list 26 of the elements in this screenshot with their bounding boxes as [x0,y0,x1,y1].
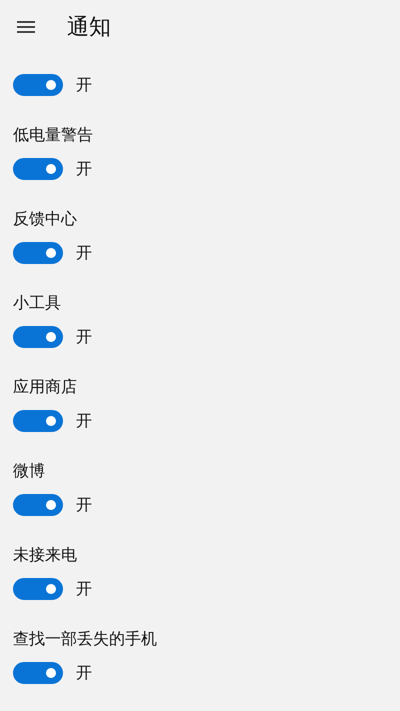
menu-button[interactable] [16,19,36,35]
toggle-state-text: 开 [76,158,92,180]
toggle-switch[interactable] [13,662,63,684]
toggle-state-text: 开 [76,662,92,684]
setting-label: 反馈中心 [13,208,78,230]
toggle-switch[interactable] [13,578,63,600]
setting-label: 小工具 [13,292,62,314]
toggle-state-text: 开 [76,578,92,600]
toggle-switch[interactable] [13,410,63,432]
page-title: 通知 [67,14,111,42]
setting-label: 查找一部丢失的手机 [13,628,158,650]
toggle-switch[interactable] [13,494,63,516]
toggle-state-text: 开 [76,74,92,96]
setting-label: 未接来电 [13,544,78,566]
toggle-state-text: 开 [76,410,92,432]
toggle-switch[interactable] [13,326,63,348]
setting-label: 微博 [13,460,46,482]
setting-label: 应用商店 [13,376,78,398]
toggle-state-text: 开 [76,494,92,516]
toggle-switch[interactable] [13,242,63,264]
toggle-state-text: 开 [76,326,92,348]
toggle-switch[interactable] [13,74,63,96]
toggle-state-text: 开 [76,242,92,264]
toggle-switch[interactable] [13,158,63,180]
setting-label: 低电量警告 [13,124,94,146]
menu-icon [17,21,35,33]
